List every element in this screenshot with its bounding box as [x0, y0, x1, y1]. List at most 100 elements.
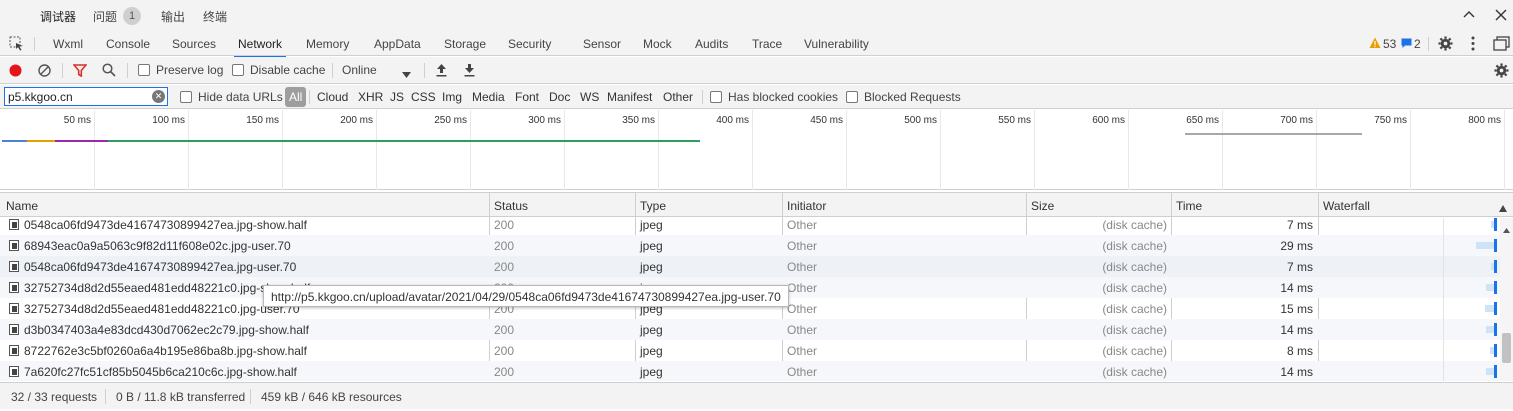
import-har-icon[interactable] — [435, 63, 448, 80]
chevron-down-icon[interactable] — [402, 67, 411, 81]
more-vertical-icon[interactable] — [1471, 36, 1475, 54]
tab-appdata[interactable]: AppData — [374, 37, 421, 51]
filter-input[interactable] — [4, 87, 168, 106]
undock-icon[interactable] — [1493, 36, 1510, 54]
column-header-size[interactable]: Size — [1031, 199, 1054, 213]
table-row[interactable]: d3b0347403a4e83dcd430d7062ec2c79.jpg-sho… — [0, 319, 1500, 340]
type-filter-manifest[interactable]: Manifest — [607, 90, 652, 104]
timeline-gridline — [1316, 110, 1317, 190]
vertical-scrollbar[interactable] — [1500, 218, 1513, 381]
tab-audits[interactable]: Audits — [695, 37, 728, 51]
tab-issues[interactable]: 问题 — [93, 8, 117, 25]
cell-time: 14 ms — [1280, 281, 1313, 295]
network-overview-timeline[interactable]: 50 ms 100 ms 150 ms 200 ms 250 ms 300 ms 350 m… — [0, 110, 1513, 190]
filter-icon[interactable] — [72, 64, 88, 80]
checkbox-box[interactable] — [180, 91, 192, 103]
inspect-element-icon[interactable] — [9, 36, 24, 54]
record-icon[interactable] — [9, 64, 22, 80]
type-filter-font[interactable]: Font — [515, 90, 539, 104]
type-filter-ws[interactable]: WS — [580, 90, 599, 104]
network-settings-gear-icon[interactable] — [1494, 63, 1509, 81]
scroll-up-icon[interactable] — [1503, 222, 1510, 236]
checkbox-box[interactable] — [710, 91, 722, 103]
clear-filter-icon[interactable]: ✕ — [152, 90, 165, 103]
tab-security[interactable]: Security — [508, 37, 551, 51]
waterfall-download-bar — [1494, 218, 1497, 231]
cell-name: 68943eac0a9a5063c9f82d11f608e02c.jpg-use… — [24, 239, 291, 253]
timeline-gridline — [564, 110, 565, 190]
table-row[interactable]: 0548ca06fd9473de41674730899427ea.jpg-use… — [0, 256, 1500, 277]
tab-network[interactable]: Network — [233, 37, 287, 58]
tab-mock[interactable]: Mock — [643, 37, 672, 51]
table-row[interactable]: 8722762e3c5bf0260a6a4b195e86ba8b.jpg-sho… — [0, 340, 1500, 361]
column-header-time[interactable]: Time — [1176, 199, 1202, 213]
has-blocked-cookies-checkbox[interactable]: Has blocked cookies — [710, 90, 838, 104]
timeline-tick-label: 450 ms — [810, 115, 843, 126]
type-filter-img[interactable]: Img — [442, 90, 462, 104]
type-filter-other[interactable]: Other — [663, 90, 693, 104]
tab-debugger[interactable]: 调试器 — [37, 8, 79, 34]
panel-tab-bar: Wxml Console Sources Network Memory AppD… — [0, 32, 1513, 58]
tab-trace[interactable]: Trace — [752, 37, 782, 51]
hide-data-urls-checkbox[interactable]: Hide data URLs — [180, 90, 283, 104]
tab-memory[interactable]: Memory — [306, 37, 349, 51]
preserve-log-label: Preserve log — [156, 63, 224, 77]
type-filter-xhr[interactable]: XHR — [358, 90, 383, 104]
cell-initiator: Other — [787, 365, 818, 379]
tab-sensor[interactable]: Sensor — [583, 37, 621, 51]
divider — [62, 63, 63, 78]
disable-cache-checkbox[interactable]: Disable cache — [232, 63, 325, 77]
scrollbar-thumb[interactable] — [1502, 333, 1511, 363]
checkbox-box[interactable] — [138, 64, 150, 76]
tab-terminal[interactable]: 终端 — [203, 8, 227, 25]
timeline-tick-label: 700 ms — [1280, 115, 1313, 126]
cell-size: (disk cache) — [1102, 281, 1167, 295]
tab-output[interactable]: 输出 — [161, 8, 185, 25]
tab-console[interactable]: Console — [106, 37, 150, 51]
column-header-name[interactable]: Name — [6, 199, 38, 213]
checkbox-box[interactable] — [232, 64, 244, 76]
tab-storage[interactable]: Storage — [444, 37, 486, 51]
type-filter-cloud[interactable]: Cloud — [317, 90, 348, 104]
column-header-status[interactable]: Status — [494, 199, 528, 213]
type-filter-doc[interactable]: Doc — [549, 90, 570, 104]
cell-time: 7 ms — [1286, 218, 1313, 232]
table-row[interactable]: 7a620fc27fc51cf85b5045b6ca210c6c.jpg-sho… — [0, 361, 1500, 381]
type-filter-js[interactable]: JS — [390, 90, 404, 104]
type-filter-all[interactable]: All — [285, 87, 307, 107]
export-har-icon[interactable] — [463, 63, 476, 80]
type-filter-media[interactable]: Media — [472, 90, 505, 104]
blocked-requests-checkbox[interactable]: Blocked Requests — [846, 90, 961, 104]
tab-vulnerability[interactable]: Vulnerability — [804, 37, 869, 51]
column-header-type[interactable]: Type — [640, 199, 666, 213]
tab-sources[interactable]: Sources — [172, 37, 216, 51]
cell-status: 200 — [494, 323, 515, 337]
close-icon[interactable] — [1495, 8, 1507, 24]
throttling-select[interactable]: Online — [342, 63, 377, 77]
cell-size: (disk cache) — [1102, 323, 1167, 337]
waterfall-download-bar — [1494, 344, 1497, 357]
warning-icon[interactable] — [1369, 37, 1381, 52]
checkbox-box[interactable] — [846, 91, 858, 103]
column-header-waterfall[interactable]: Waterfall — [1323, 199, 1370, 213]
column-header-initiator[interactable]: Initiator — [787, 199, 826, 213]
cell-type: jpeg — [640, 344, 663, 358]
message-icon[interactable] — [1401, 38, 1412, 52]
clear-log-icon[interactable] — [38, 64, 51, 80]
disable-cache-label: Disable cache — [250, 63, 326, 77]
timeline-tick-label: 350 ms — [622, 115, 655, 126]
waterfall-gridline — [1443, 218, 1444, 381]
tab-wxml[interactable]: Wxml — [53, 37, 83, 51]
cell-type: jpeg — [640, 260, 663, 274]
sort-ascending-icon[interactable] — [1499, 201, 1507, 215]
cell-status: 200 — [494, 260, 515, 274]
waterfall-download-bar — [1494, 260, 1497, 273]
type-filter-css[interactable]: CSS — [411, 90, 436, 104]
settings-gear-icon[interactable] — [1438, 36, 1453, 54]
collapse-icon[interactable] — [1463, 8, 1475, 24]
table-row[interactable]: 0548ca06fd9473de41674730899427ea.jpg-sho… — [0, 218, 1500, 235]
network-toolbar: Preserve log Disable cache Online — [0, 57, 1513, 84]
preserve-log-checkbox[interactable]: Preserve log — [138, 63, 223, 77]
search-icon[interactable] — [102, 63, 116, 80]
table-row[interactable]: 68943eac0a9a5063c9f82d11f608e02c.jpg-use… — [0, 235, 1500, 256]
